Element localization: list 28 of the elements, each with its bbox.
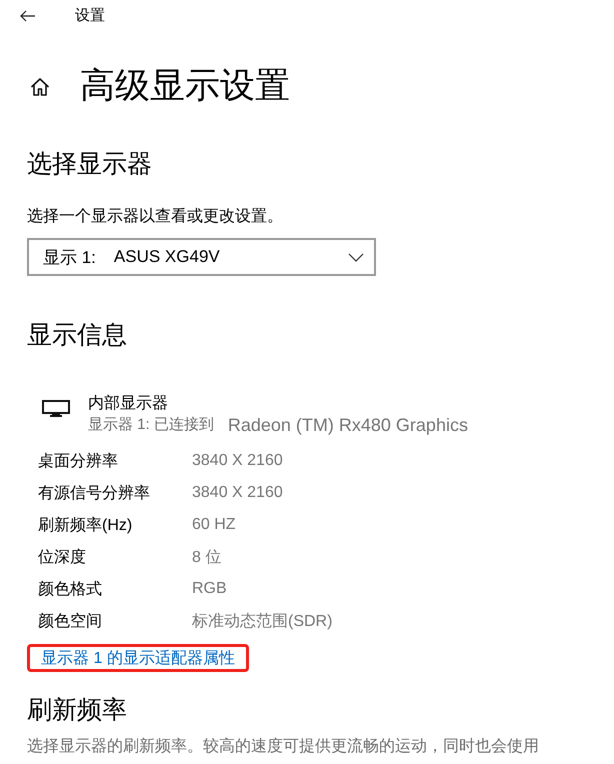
chevron-down-icon (348, 252, 364, 262)
back-arrow-icon[interactable] (20, 10, 36, 22)
section-heading: 刷新频率 (27, 695, 128, 726)
info-value: 3840 X 2160 (192, 452, 283, 470)
adapter-name: Radeon (TM) Rx480 Graphics (228, 414, 468, 436)
connection-text: 显示器 1: 已连接到 (88, 415, 214, 435)
info-value: 60 HZ (192, 516, 236, 534)
info-label: 颜色空间 (38, 612, 103, 632)
section-heading: 显示信息 (27, 320, 128, 351)
monitor-icon (42, 400, 70, 418)
info-value: RGB (192, 580, 227, 598)
info-label: 刷新频率(Hz) (38, 516, 134, 536)
info-label: 颜色格式 (38, 580, 103, 600)
window-title: 设置 (75, 6, 105, 26)
section-description: 选择一个显示器以查看或更改设置。 (27, 206, 284, 227)
info-value: 标准动态范围(SDR) (192, 612, 332, 632)
monitor-name: 内部显示器 (88, 394, 169, 414)
adapter-properties-link[interactable]: 显示器 1 的显示适配器属性 (41, 648, 235, 668)
info-label: 有源信号分辨率 (38, 484, 151, 504)
section-description: 选择显示器的刷新频率。较高的速度可提供更流畅的运动，同时也会使用 (27, 736, 540, 757)
home-icon[interactable] (30, 77, 50, 97)
section-heading: 选择显示器 (27, 149, 153, 180)
info-value: 3840 X 2160 (192, 484, 283, 502)
info-value: 8 位 (192, 548, 222, 568)
info-label: 位深度 (38, 548, 87, 568)
display-dropdown[interactable]: 显示 1: ASUS XG49V (27, 238, 376, 276)
info-label: 桌面分辨率 (38, 452, 119, 472)
page-title: 高级显示设置 (80, 65, 290, 107)
